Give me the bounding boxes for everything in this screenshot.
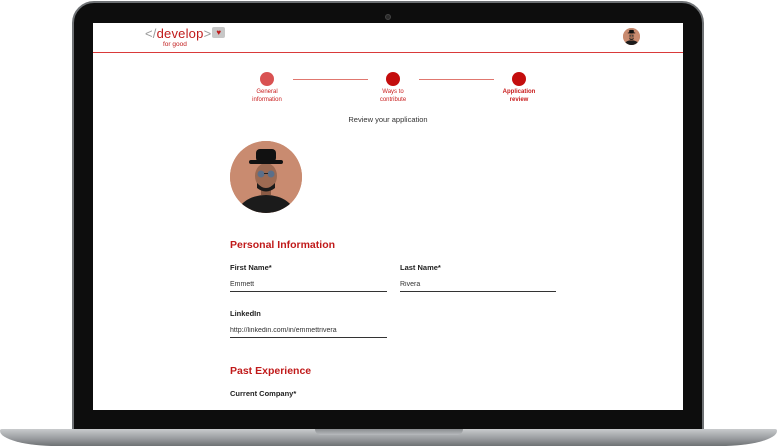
last-name-field[interactable]	[400, 279, 556, 292]
progress-stepper: General information Ways to contribute A…	[233, 70, 553, 110]
first-name-label: First Name*	[230, 263, 272, 272]
app-header: </develop> ♥ for good	[93, 23, 683, 53]
step-1-indicator[interactable]	[260, 72, 274, 86]
profile-image	[230, 141, 302, 213]
avatar-image	[623, 28, 640, 45]
webcam	[385, 14, 391, 20]
current-company-field[interactable]	[230, 405, 387, 410]
past-experience-heading: Past Experience	[230, 365, 312, 377]
personal-info-heading: Personal Information	[230, 239, 336, 251]
linkedin-field[interactable]	[230, 325, 387, 338]
last-name-label: Last Name*	[400, 263, 441, 272]
laptop-screen: </develop> ♥ for good General informatio…	[93, 23, 683, 410]
step-3-label[interactable]: Application review	[489, 89, 549, 104]
logo-suffix: >	[203, 26, 212, 41]
step-3-indicator[interactable]	[512, 72, 526, 86]
page-title: Review your application	[348, 115, 428, 124]
heart-icon: ♥	[212, 27, 226, 38]
linkedin-label: LinkedIn	[230, 309, 261, 318]
step-connector	[419, 79, 494, 80]
logo-word: develop	[156, 26, 204, 41]
step-2-indicator[interactable]	[386, 72, 400, 86]
step-2-label[interactable]: Ways to contribute	[363, 89, 423, 104]
step-1-label[interactable]: General information	[237, 89, 297, 104]
logo-tagline: for good	[163, 41, 187, 48]
profile-photo	[230, 141, 302, 213]
logo[interactable]: </develop> ♥ for good	[145, 26, 226, 48]
first-name-field[interactable]	[230, 279, 387, 292]
laptop-notch	[315, 429, 463, 435]
step-connector	[293, 79, 368, 80]
logo-prefix: </	[145, 26, 157, 41]
avatar[interactable]	[623, 28, 640, 45]
current-company-label: Current Company*	[230, 389, 297, 398]
